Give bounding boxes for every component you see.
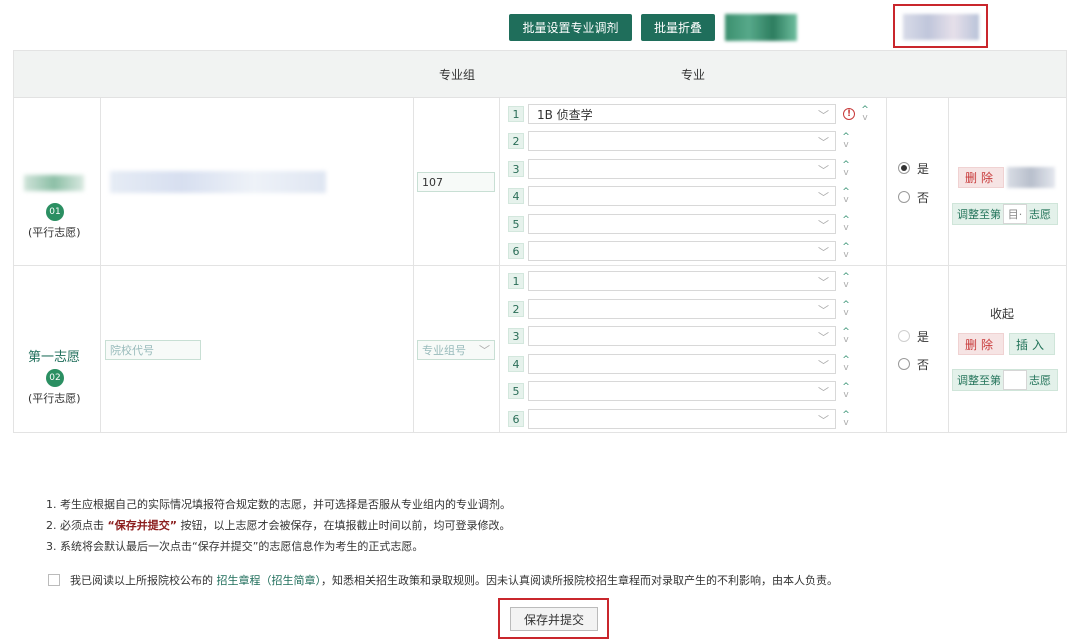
agree-checkbox[interactable] xyxy=(48,574,60,586)
redacted-image xyxy=(903,14,979,40)
major-select[interactable]: ﹀ xyxy=(528,241,836,261)
redacted-button xyxy=(725,14,797,41)
major-select[interactable]: ﹀ xyxy=(528,354,836,374)
order-input[interactable]: 目· xyxy=(1003,204,1027,224)
volunteer-type-1: (平行志愿) xyxy=(28,226,81,239)
major-select[interactable]: ﹀ xyxy=(528,326,836,346)
note-line-2: 2. 必须点击 “保存并提交” 按钮，以上志愿才会被保存，在填报截止时间以前，均… xyxy=(46,519,511,532)
major-num: 3 xyxy=(508,161,524,177)
adjust-yes-label: 是 xyxy=(917,330,930,344)
major-num: 4 xyxy=(508,188,524,204)
major-select[interactable]: ﹀ xyxy=(528,381,836,401)
move-arrows-icon[interactable]: ^ v xyxy=(841,131,851,151)
major-select[interactable]: 1B 侦查学 ﹀ xyxy=(528,104,836,124)
major-num: 5 xyxy=(508,216,524,232)
highlight-box-top xyxy=(893,4,988,48)
move-arrows-icon[interactable]: ^ v xyxy=(841,159,851,179)
chevron-down-icon: ﹀ xyxy=(818,246,829,259)
major-num: 5 xyxy=(508,383,524,399)
batch-fold-button[interactable]: 批量折叠 xyxy=(641,14,715,41)
move-arrows-icon[interactable]: ^ v xyxy=(841,241,851,261)
major-num: 6 xyxy=(508,411,524,427)
move-arrows-icon[interactable]: ^ v xyxy=(841,409,851,429)
note-highlight: “保存并提交” xyxy=(107,519,177,532)
adjust-yes-label: 是 xyxy=(917,162,930,176)
chevron-down-icon: ﹀ xyxy=(818,331,829,344)
highlight-box-submit: 保存并提交 xyxy=(498,598,609,639)
move-arrows-icon[interactable]: ^ v xyxy=(841,186,851,206)
move-arrows-icon[interactable]: ^ v xyxy=(841,271,851,291)
delete-button[interactable]: 删除 xyxy=(958,333,1004,355)
chevron-down-icon: ﹀ xyxy=(818,276,829,289)
warning-icon: ! xyxy=(843,108,855,120)
major-select[interactable]: ﹀ xyxy=(528,186,836,206)
major-num: 1 xyxy=(508,106,524,122)
volunteer-type-2: (平行志愿) xyxy=(28,392,81,405)
adjust-order-button[interactable]: 调整至第 志愿 xyxy=(952,369,1058,391)
delete-button[interactable]: 删除 xyxy=(958,167,1004,188)
major-num: 4 xyxy=(508,356,524,372)
charter-link[interactable]: 招生章程（招生简章） xyxy=(217,574,322,587)
redacted-button-2 xyxy=(1007,167,1055,188)
adjust-yes-radio[interactable] xyxy=(898,330,910,342)
order-badge-2: 02 xyxy=(46,369,64,387)
redacted-title-1 xyxy=(24,175,84,191)
collapse-link[interactable]: 收起 xyxy=(990,305,1014,322)
chevron-down-icon: ﹀ xyxy=(818,304,829,317)
order-input[interactable] xyxy=(1003,370,1027,390)
chevron-down-icon: ﹀ xyxy=(818,191,829,204)
header-group: 专业组 xyxy=(438,68,475,82)
adjust-order-button[interactable]: 调整至第 目· 志愿 xyxy=(952,203,1058,225)
adjust-no-radio[interactable] xyxy=(898,191,910,203)
major-select[interactable]: ﹀ xyxy=(528,159,836,179)
move-arrows-icon[interactable]: ^ v xyxy=(841,381,851,401)
group-code-input-2[interactable]: 专业组号 ﹀ xyxy=(417,340,495,360)
chevron-down-icon: ﹀ xyxy=(818,414,829,427)
order-badge-1: 01 xyxy=(46,203,64,221)
agreement-text: 我已阅读以上所报院校公布的 招生章程（招生简章），知悉相关招生政策和录取规则。因… xyxy=(70,574,838,587)
insert-button[interactable]: 插入 xyxy=(1009,333,1055,355)
chevron-down-icon: ﹀ xyxy=(818,109,829,122)
major-num: 6 xyxy=(508,243,524,259)
note-line-1: 1. 考生应根据自己的实际情况填报符合规定数的志愿，并可选择是否服从专业组内的专… xyxy=(46,498,511,511)
major-select[interactable]: ﹀ xyxy=(528,214,836,234)
adjust-yes-radio[interactable] xyxy=(898,162,910,174)
chevron-down-icon: ﹀ xyxy=(818,359,829,372)
major-num: 2 xyxy=(508,301,524,317)
school-code-input[interactable]: 院校代号 xyxy=(105,340,201,360)
major-num: 1 xyxy=(508,273,524,289)
move-arrows-icon[interactable]: ^ v xyxy=(841,214,851,234)
move-arrows-icon[interactable]: ^ v xyxy=(841,299,851,319)
note-line-3: 3. 系统将会默认最后一次点击“保存并提交”的志愿信息作为考生的正式志愿。 xyxy=(46,540,424,553)
move-arrows-icon[interactable]: ^ v xyxy=(841,326,851,346)
major-select[interactable]: ﹀ xyxy=(528,131,836,151)
chevron-down-icon: ﹀ xyxy=(818,386,829,399)
group-code-input-1[interactable]: 107 xyxy=(417,172,495,192)
move-arrows-icon[interactable]: ^ v xyxy=(841,354,851,374)
header-major: 专业 xyxy=(680,68,705,82)
major-num: 3 xyxy=(508,328,524,344)
move-arrows-icon[interactable]: ^ v xyxy=(860,104,870,124)
adjust-no-radio[interactable] xyxy=(898,358,910,370)
chevron-down-icon: ﹀ xyxy=(818,136,829,149)
adjust-no-label: 否 xyxy=(917,358,930,372)
submit-button[interactable]: 保存并提交 xyxy=(510,607,598,631)
major-select[interactable]: ﹀ xyxy=(528,409,836,429)
volunteer-title-2: 第一志愿 xyxy=(28,350,81,365)
chevron-down-icon: ﹀ xyxy=(818,164,829,177)
major-select[interactable]: ﹀ xyxy=(528,271,836,291)
chevron-down-icon: ﹀ xyxy=(818,219,829,232)
major-num: 2 xyxy=(508,133,524,149)
redacted-school-1 xyxy=(110,171,326,193)
batch-adjust-button[interactable]: 批量设置专业调剂 xyxy=(509,14,632,41)
major-select[interactable]: ﹀ xyxy=(528,299,836,319)
adjust-no-label: 否 xyxy=(917,191,930,205)
